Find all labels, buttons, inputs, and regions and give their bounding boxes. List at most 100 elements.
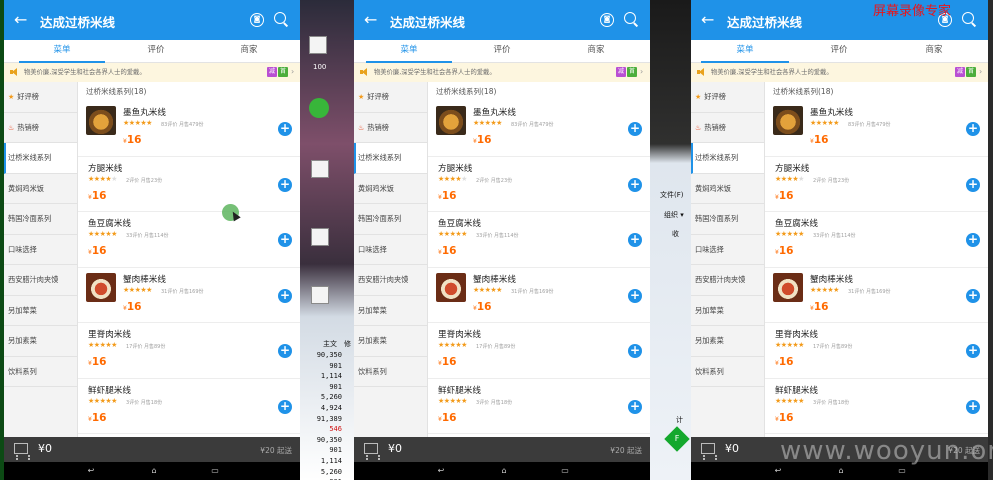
- category-item[interactable]: 另加荤菜: [691, 296, 764, 326]
- recents-nav-icon[interactable]: ▭: [558, 467, 572, 475]
- cart-icon[interactable]: [364, 443, 380, 458]
- category-item[interactable]: 口味选择: [691, 235, 764, 265]
- back-arrow-icon[interactable]: ←: [364, 11, 380, 29]
- dish-row[interactable]: 蟹肉棒米线 ★★★★★ 31评价 月售169份 ¥16 +: [765, 268, 988, 323]
- category-item[interactable]: 饮料系列: [4, 357, 77, 387]
- dish-row[interactable]: 鲜虾腿米线 ★★★★★ 3评价 月售18份 ¥16 +: [765, 379, 988, 434]
- add-to-cart-button[interactable]: +: [628, 288, 642, 303]
- tab-menu[interactable]: 菜单: [19, 40, 105, 63]
- category-item[interactable]: 口味选择: [354, 235, 427, 265]
- app-icon[interactable]: F: [664, 426, 690, 452]
- category-item[interactable]: 西安腊汁肉夹馍: [4, 265, 77, 296]
- collect-icon[interactable]: ◙: [250, 13, 264, 27]
- tab-reviews[interactable]: 评价: [466, 40, 538, 63]
- category-item[interactable]: ★ 好评榜: [4, 82, 77, 113]
- category-item[interactable]: 黄焖鸡米饭: [4, 174, 77, 204]
- category-item[interactable]: 另加素菜: [354, 326, 427, 357]
- add-to-cart-button[interactable]: +: [628, 344, 642, 358]
- category-item[interactable]: 韩国冷面系列: [691, 204, 764, 235]
- home-nav-icon[interactable]: ⌂: [147, 467, 161, 475]
- category-item[interactable]: 西安腊汁肉夹馍: [354, 265, 427, 296]
- spreadsheet-icon[interactable]: [311, 286, 329, 304]
- dish-row[interactable]: 鱼豆腐米线 ★★★★★ 33评价 月售114份 ¥16 +: [765, 212, 988, 268]
- add-to-cart-button[interactable]: +: [966, 399, 980, 414]
- tab-merchant[interactable]: 商家: [553, 40, 639, 63]
- back-nav-icon[interactable]: ↩: [434, 467, 448, 475]
- folder-label[interactable]: 收: [672, 229, 679, 239]
- category-item[interactable]: 另加荤菜: [4, 296, 77, 326]
- dish-row[interactable]: 墨鱼丸米线 ★★★★★ 83评价 月售479份 ¥16 +: [78, 101, 300, 157]
- dish-row[interactable]: 方腿米线 ★★★★★ 2评价 月售23份 ¥16 +: [765, 157, 988, 212]
- dish-row[interactable]: 里脊肉米线 ★★★★★ 17评价 月售89份 ¥16 +: [78, 323, 300, 379]
- category-item[interactable]: ♨ 热销榜: [691, 113, 764, 143]
- tab-reviews[interactable]: 评价: [120, 40, 192, 63]
- add-to-cart-button[interactable]: +: [628, 177, 642, 192]
- add-to-cart-button[interactable]: +: [278, 399, 292, 414]
- file-icon[interactable]: [309, 36, 327, 54]
- category-item[interactable]: 韩国冷面系列: [354, 204, 427, 235]
- dish-row[interactable]: 鱼豆腐米线 ★★★★★ 33评价 月售114份 ¥16 +: [78, 212, 300, 268]
- back-nav-icon[interactable]: ↩: [84, 467, 98, 475]
- add-to-cart-button[interactable]: +: [966, 122, 980, 136]
- home-nav-icon[interactable]: ⌂: [497, 467, 511, 475]
- add-to-cart-button[interactable]: +: [278, 122, 292, 136]
- back-arrow-icon[interactable]: ←: [14, 11, 30, 29]
- tab-reviews[interactable]: 评价: [801, 40, 877, 63]
- tab-menu[interactable]: 菜单: [366, 40, 452, 63]
- category-item[interactable]: 过桥米线系列: [4, 143, 77, 174]
- search-icon[interactable]: [274, 12, 288, 26]
- cart-icon[interactable]: [14, 443, 30, 458]
- category-item[interactable]: ★ 好评榜: [691, 82, 764, 113]
- dish-row[interactable]: 鲜虾腿米线 ★★★★★ 3评价 月售18份 ¥16 +: [428, 379, 650, 434]
- wechat-icon[interactable]: [309, 98, 329, 118]
- category-item[interactable]: 过桥米线系列: [691, 143, 764, 174]
- search-icon[interactable]: [962, 12, 976, 26]
- category-item[interactable]: 过桥米线系列: [354, 143, 427, 174]
- add-to-cart-button[interactable]: +: [628, 122, 642, 136]
- cart-icon[interactable]: [701, 443, 717, 458]
- category-item[interactable]: 另加素菜: [691, 326, 764, 357]
- category-item[interactable]: 另加荤菜: [354, 296, 427, 326]
- home-nav-icon[interactable]: ⌂: [834, 467, 848, 475]
- dish-row[interactable]: 里脊肉米线 ★★★★★ 17评价 月售89份 ¥16 +: [428, 323, 650, 379]
- dish-row[interactable]: 蟹肉棒米线 ★★★★★ 31评价 月售169份 ¥16 +: [428, 268, 650, 323]
- category-item[interactable]: ♨ 热销榜: [4, 113, 77, 143]
- category-item[interactable]: 黄焖鸡米饭: [354, 174, 427, 204]
- category-item[interactable]: ♨ 热销榜: [354, 113, 427, 143]
- dish-row[interactable]: 里脊肉米线 ★★★★★ 17评价 月售89份 ¥16 +: [765, 323, 988, 379]
- recents-nav-icon[interactable]: ▭: [208, 467, 222, 475]
- notice-bar[interactable]: 物美价廉,深受学生和社会各界人士的爱戴。 减 首 ›: [691, 63, 988, 82]
- category-item[interactable]: 黄焖鸡米饭: [691, 174, 764, 204]
- tab-merchant[interactable]: 商家: [207, 40, 291, 63]
- back-arrow-icon[interactable]: ←: [701, 11, 717, 29]
- collect-icon[interactable]: ◙: [600, 13, 614, 27]
- add-to-cart-button[interactable]: +: [966, 288, 980, 303]
- spreadsheet-icon[interactable]: [311, 228, 329, 246]
- add-to-cart-button[interactable]: +: [278, 177, 292, 192]
- tab-merchant[interactable]: 商家: [891, 40, 977, 63]
- tab-menu[interactable]: 菜单: [701, 40, 789, 63]
- add-to-cart-button[interactable]: +: [278, 288, 292, 303]
- dish-row[interactable]: 墨鱼丸米线 ★★★★★ 83评价 月售479份 ¥16 +: [428, 101, 650, 157]
- category-item[interactable]: 韩国冷面系列: [4, 204, 77, 235]
- recents-nav-icon[interactable]: ▭: [895, 467, 909, 475]
- dish-row[interactable]: 方腿米线 ★★★★★ 2评价 月售23份 ¥16 +: [78, 157, 300, 212]
- back-nav-icon[interactable]: ↩: [771, 467, 785, 475]
- category-item[interactable]: 西安腊汁肉夹馍: [691, 265, 764, 296]
- menu-label[interactable]: 文件(F): [660, 190, 684, 200]
- category-item[interactable]: ★ 好评榜: [354, 82, 427, 113]
- notice-bar[interactable]: 物美价廉,深受学生和社会各界人士的爱戴。 减 首 ›: [4, 63, 300, 82]
- search-icon[interactable]: [624, 12, 638, 26]
- add-to-cart-button[interactable]: +: [966, 233, 980, 247]
- add-to-cart-button[interactable]: +: [278, 344, 292, 358]
- notice-bar[interactable]: 物美价廉,深受学生和社会各界人士的爱戴。 减 首 ›: [354, 63, 650, 82]
- dish-row[interactable]: 蟹肉棒米线 ★★★★★ 31评价 月售169份 ¥16 +: [78, 268, 300, 323]
- add-to-cart-button[interactable]: +: [278, 233, 292, 247]
- folder-label[interactable]: 计: [676, 415, 683, 425]
- dish-row[interactable]: 鱼豆腐米线 ★★★★★ 33评价 月售114份 ¥16 +: [428, 212, 650, 268]
- dish-row[interactable]: 鲜虾腿米线 ★★★★★ 3评价 月售18份 ¥16 +: [78, 379, 300, 434]
- category-item[interactable]: 饮料系列: [354, 357, 427, 387]
- add-to-cart-button[interactable]: +: [966, 344, 980, 358]
- spreadsheet-icon[interactable]: [311, 160, 329, 178]
- add-to-cart-button[interactable]: +: [628, 233, 642, 247]
